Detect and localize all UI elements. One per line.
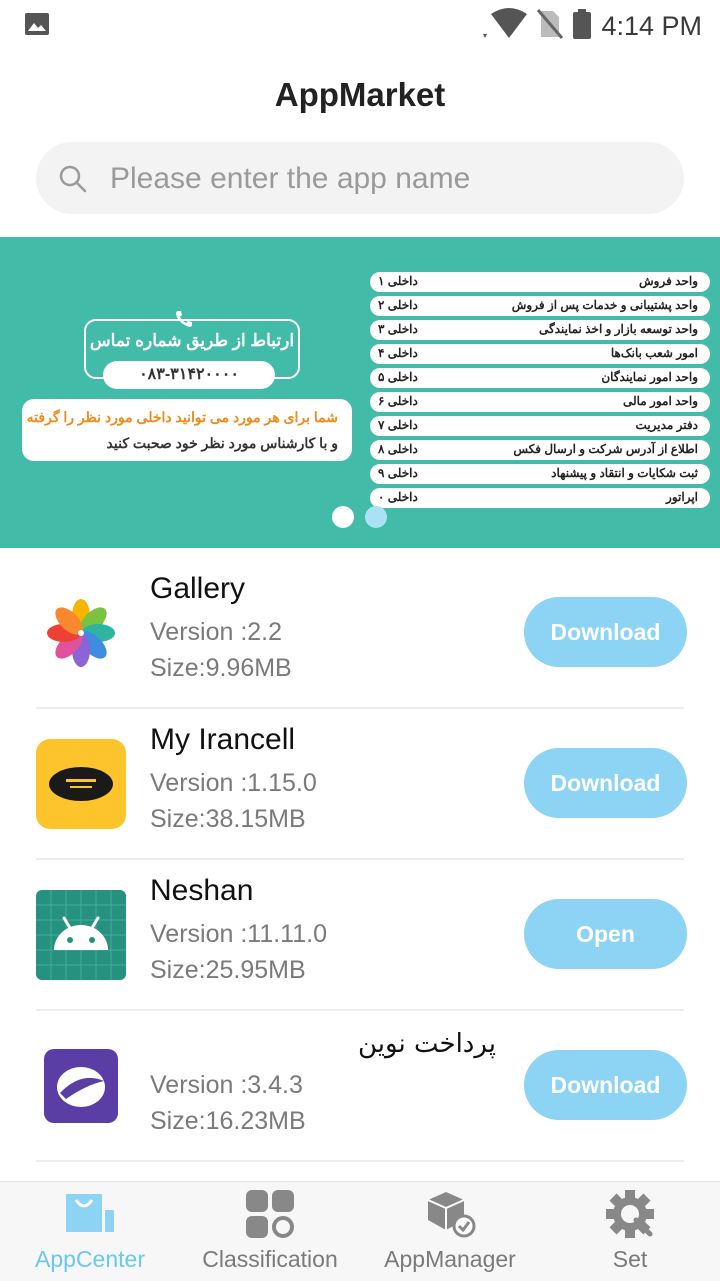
- extension-row: واحد امور نمایندگان داخلی ۵: [370, 368, 710, 388]
- app-size: Size:16.23MB: [150, 1107, 306, 1135]
- app-size: Size:25.95MB: [150, 956, 306, 984]
- app-name: Gallery: [150, 572, 246, 605]
- carousel-dot[interactable]: [365, 506, 387, 528]
- extension-row: واحد توسعه بازار و اخذ نمایندگی داخلی ۳: [370, 320, 710, 340]
- carousel-dot-active[interactable]: [332, 506, 354, 528]
- bottom-tab-bar: AppCenter Classification AppManager Set: [0, 1181, 720, 1281]
- note-line: شما برای هر مورد می توانید داخلی مورد نظ…: [26, 409, 338, 425]
- divider: [36, 1160, 684, 1162]
- tab-appcenter[interactable]: AppCenter: [0, 1182, 180, 1281]
- image-notification-icon: [24, 12, 50, 41]
- tab-label: Set: [612, 1246, 648, 1272]
- extension-row: واحد امور مالی داخلی ۶: [370, 392, 710, 412]
- app-size: Size:38.15MB: [150, 805, 306, 833]
- battery-icon: [573, 9, 592, 44]
- extension-row: واحد فروش داخلی ۱: [370, 272, 710, 292]
- page-title: AppMarket: [274, 76, 446, 113]
- app-list-item[interactable]: Gallery Version :2.2 Size:9.96MB Downloa…: [0, 558, 720, 709]
- app-list-item[interactable]: پرداخت نوین Version :3.4.3 Size:16.23MB …: [0, 1011, 720, 1162]
- note-box: شما برای هر مورد می توانید داخلی مورد نظ…: [22, 399, 352, 461]
- tab-set[interactable]: Set: [540, 1182, 720, 1281]
- gear-icon: [604, 1188, 656, 1240]
- download-button[interactable]: Download: [524, 1050, 687, 1120]
- extension-row: ثبت شکایات و انتقاد و پیشنهاد داخلی ۹: [370, 464, 710, 484]
- status-bar: 4:14 PM: [0, 0, 720, 50]
- app-name: پرداخت نوین: [358, 1029, 496, 1059]
- tab-label: AppCenter: [35, 1246, 145, 1272]
- phone-number: ۰۸۳-۳۱۴۲۰۰۰۰: [103, 361, 275, 389]
- extension-row: اپراتور داخلی ۰: [370, 488, 710, 508]
- extension-row: دفتر مدیریت داخلی ۷: [370, 416, 710, 436]
- novin-icon: [36, 1041, 126, 1131]
- tab-appmanager[interactable]: AppManager: [360, 1182, 540, 1281]
- wifi-icon: [479, 8, 528, 45]
- app-name: Neshan: [150, 874, 254, 907]
- promo-banner[interactable]: ارتباط از طریق شماره تماس ۰۸۳-۳۱۴۲۰۰۰۰ ش…: [0, 237, 720, 548]
- irancell-icon: [36, 739, 126, 829]
- download-button[interactable]: Download: [524, 597, 687, 667]
- download-button[interactable]: Download: [524, 748, 687, 818]
- app-size: Size:9.96MB: [150, 654, 292, 682]
- open-button[interactable]: Open: [524, 899, 687, 969]
- app-version: Version :1.15.0: [150, 769, 317, 797]
- tab-label: AppManager: [384, 1246, 516, 1272]
- extension-row: واحد پشتیبانی و خدمات پس از فروش داخلی ۲: [370, 296, 710, 316]
- note-line: و با کارشناس مورد نظر خود صحبت کنید: [106, 435, 338, 451]
- tab-classification[interactable]: Classification: [180, 1182, 360, 1281]
- search-input[interactable]: [108, 142, 672, 216]
- android-icon: [36, 890, 126, 980]
- no-sim-icon: [537, 9, 564, 44]
- package-icon: [424, 1188, 476, 1240]
- gallery-icon: [36, 588, 126, 678]
- contact-title: ارتباط از طریق شماره تماس: [89, 331, 295, 350]
- extension-row: امور شعب بانک‌ها داخلی ۴: [370, 344, 710, 364]
- search-bar[interactable]: [36, 142, 684, 216]
- shopping-bag-icon: [64, 1188, 116, 1240]
- tab-label: Classification: [202, 1246, 338, 1272]
- app-list-item[interactable]: Neshan Version :11.11.0 Size:25.95MB Ope…: [0, 860, 720, 1011]
- search-icon: [58, 164, 88, 199]
- grid-icon: [244, 1188, 296, 1240]
- app-version: Version :2.2: [150, 618, 283, 646]
- app-name: My Irancell: [150, 723, 296, 756]
- clock: 4:14 PM: [601, 11, 702, 41]
- app-version: Version :11.11.0: [150, 920, 327, 948]
- app-list-item[interactable]: My Irancell Version :1.15.0 Size:38.15MB…: [0, 709, 720, 860]
- extension-row: اطلاع از آدرس شرکت و ارسال فکس داخلی ۸: [370, 440, 710, 460]
- app-version: Version :3.4.3: [150, 1071, 303, 1099]
